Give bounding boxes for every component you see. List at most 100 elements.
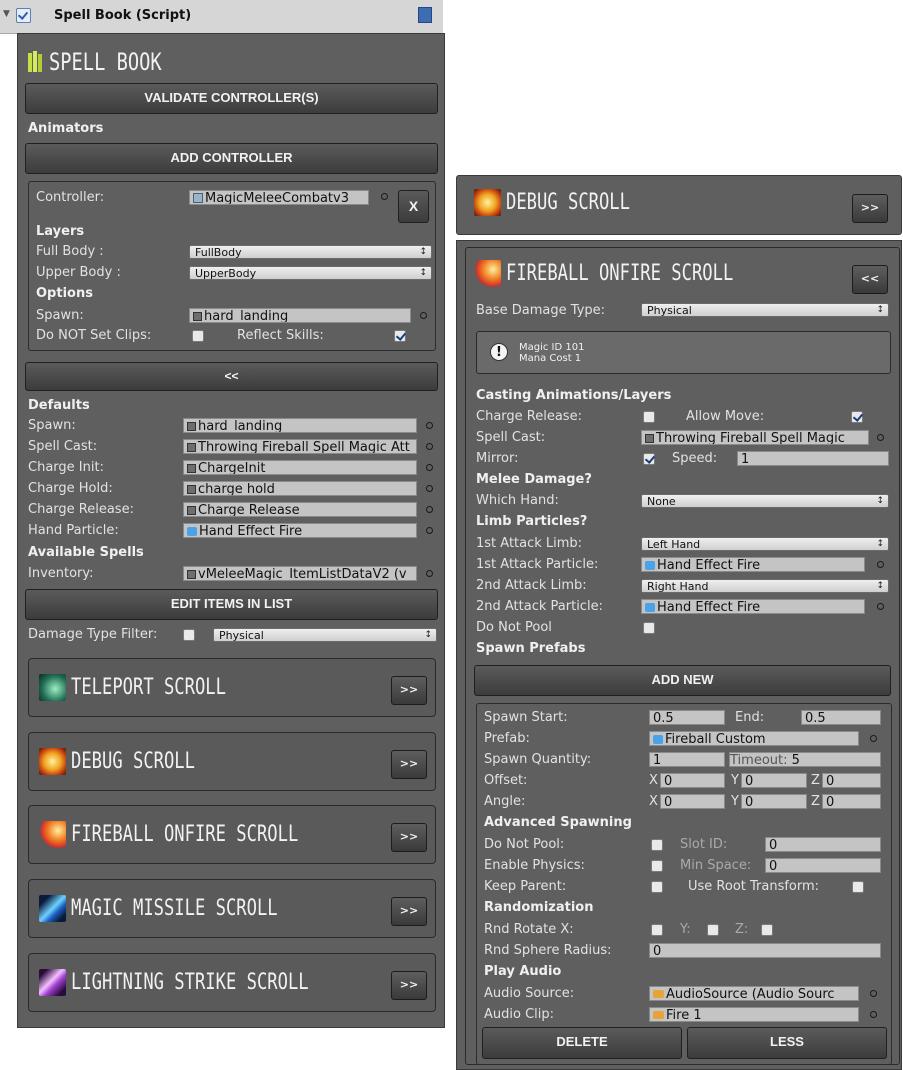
rnd-sphere-radius-field[interactable]: 0 <box>649 943 881 958</box>
do-not-pool-checkbox[interactable] <box>643 622 655 634</box>
expand-scroll-button[interactable]: >> <box>391 971 427 1000</box>
first-attack-particle-label: 1st Attack Particle: <box>476 557 599 572</box>
speed-field[interactable]: 1 <box>737 451 889 466</box>
add-controller-button[interactable]: ADD CONTROLLER <box>25 143 438 174</box>
do-not-set-clips-label: Do NOT Set Clips: <box>36 328 152 343</box>
do-not-set-clips-checkbox[interactable] <box>192 330 204 342</box>
spell-scroll-lightning-strike[interactable]: LIGHTNING STRIKE SCROLL >> <box>28 953 436 1012</box>
offset-y-field[interactable]: 0 <box>741 773 807 788</box>
default-label: Spell Cast: <box>28 439 98 454</box>
offset-x-field[interactable]: 0 <box>660 773 725 788</box>
audio-clip-field[interactable]: Fire 1 <box>649 1007 859 1022</box>
expand-scroll-button[interactable]: >> <box>391 823 427 852</box>
rnd-rotate-z-checkbox[interactable] <box>761 924 773 936</box>
object-picker-icon[interactable] <box>426 422 433 429</box>
controller-field[interactable]: MagicMeleeCombatv3 <box>189 190 369 205</box>
timeout-label: Timeout: <box>730 753 788 767</box>
delete-button[interactable]: DELETE <box>482 1027 682 1059</box>
object-picker-icon[interactable] <box>426 570 433 577</box>
spawn-quantity-field[interactable]: 1 <box>649 752 725 767</box>
slot-id-field[interactable]: 0 <box>765 837 881 852</box>
default-spell-cast-field[interactable]: Throwing Fireball Spell Magic Att <box>183 439 417 454</box>
first-attack-limb-label: 1st Attack Limb: <box>476 536 583 551</box>
help-book-icon[interactable] <box>418 7 432 23</box>
collapse-button[interactable]: << <box>25 362 438 391</box>
rnd-rotate-x-checkbox[interactable] <box>651 924 663 936</box>
object-picker-icon[interactable] <box>870 735 877 742</box>
foldout-arrow-icon[interactable]: ▼ <box>3 9 10 19</box>
which-hand-dropdown[interactable]: None <box>641 494 889 508</box>
collapse-fireball-button[interactable]: << <box>852 265 888 294</box>
default-spawn-field[interactable]: hard_landing <box>183 418 417 433</box>
default-charge-init-field[interactable]: ChargeInit <box>183 460 417 475</box>
object-picker-icon[interactable] <box>420 312 427 319</box>
component-enabled-checkbox[interactable] <box>16 8 31 23</box>
object-picker-icon[interactable] <box>877 603 884 610</box>
expand-scroll-button[interactable]: >> <box>391 750 427 779</box>
default-charge-hold-field[interactable]: charge hold <box>183 481 417 496</box>
spawn-do-not-pool-checkbox[interactable] <box>651 839 663 851</box>
second-attack-particle-field[interactable]: Hand Effect Fire <box>641 599 865 614</box>
less-button[interactable]: LESS <box>687 1027 887 1059</box>
spawn-start-field[interactable]: 0.5 <box>649 710 725 725</box>
default-charge-release-field[interactable]: Charge Release <box>183 502 417 517</box>
object-picker-icon[interactable] <box>426 527 433 534</box>
validate-controllers-button[interactable]: VALIDATE CONTROLLER(S) <box>25 83 438 114</box>
remove-controller-button[interactable]: X <box>398 190 429 223</box>
first-attack-limb-dropdown[interactable]: Left Hand <box>641 537 889 551</box>
debug-scroll-card[interactable]: DEBUG SCROLL >> <box>456 175 902 235</box>
upper-body-label: Upper Body : <box>36 265 121 280</box>
mirror-checkbox[interactable] <box>643 453 655 465</box>
angle-z-field[interactable]: 0 <box>822 794 881 809</box>
object-picker-icon[interactable] <box>870 990 877 997</box>
default-label: Charge Release: <box>28 502 134 517</box>
expand-scroll-button[interactable]: >> <box>391 897 427 926</box>
spell-scroll-teleport[interactable]: TELEPORT SCROLL >> <box>28 658 436 717</box>
keep-parent-checkbox[interactable] <box>651 881 663 893</box>
reflect-skills-label: Reflect Skills: <box>237 328 324 343</box>
object-picker-icon[interactable] <box>877 561 884 568</box>
rnd-sphere-radius-label: Rnd Sphere Radius: <box>484 943 612 958</box>
use-root-transform-checkbox[interactable] <box>852 881 864 893</box>
object-picker-icon[interactable] <box>381 193 388 200</box>
angle-x-label: X <box>649 794 658 809</box>
object-picker-icon[interactable] <box>870 1011 877 1018</box>
spell-scroll-debug[interactable]: DEBUG SCROLL >> <box>28 732 436 791</box>
damage-type-filter-dropdown[interactable]: Physical <box>213 628 437 642</box>
default-hand-particle-field[interactable]: Hand Effect Fire <box>183 523 417 538</box>
angle-y-field[interactable]: 0 <box>741 794 807 809</box>
add-new-button[interactable]: ADD NEW <box>474 665 891 696</box>
allow-move-checkbox[interactable] <box>851 411 863 423</box>
offset-z-field[interactable]: 0 <box>822 773 881 788</box>
end-field[interactable]: 0.5 <box>801 710 881 725</box>
expand-scroll-button[interactable]: >> <box>391 676 427 705</box>
full-body-dropdown[interactable]: FullBody <box>189 245 432 259</box>
second-attack-limb-dropdown[interactable]: Right Hand <box>641 579 889 593</box>
object-picker-icon[interactable] <box>426 485 433 492</box>
prefab-field[interactable]: Fireball Custom <box>649 731 859 746</box>
rnd-y-label: Y: <box>680 922 691 937</box>
audio-source-field[interactable]: AudioSource (Audio Sourc <box>649 986 859 1001</box>
upper-body-dropdown[interactable]: UpperBody <box>189 266 432 280</box>
expand-debug-button[interactable]: >> <box>852 194 888 223</box>
rnd-rotate-y-checkbox[interactable] <box>707 924 719 936</box>
min-space-field[interactable]: 0 <box>765 858 881 873</box>
base-damage-type-dropdown[interactable]: Physical <box>641 303 889 317</box>
spell-cast-field[interactable]: Throwing Fireball Spell Magic <box>641 430 869 445</box>
object-picker-icon[interactable] <box>426 506 433 513</box>
object-picker-icon[interactable] <box>426 464 433 471</box>
enable-physics-checkbox[interactable] <box>651 860 663 872</box>
object-picker-icon[interactable] <box>426 443 433 450</box>
spell-scroll-magic-missile[interactable]: MAGIC MISSILE SCROLL >> <box>28 879 436 938</box>
first-attack-particle-field[interactable]: Hand Effect Fire <box>641 557 865 572</box>
timeout-field[interactable]: Timeout: 5 <box>729 752 881 767</box>
reflect-skills-checkbox[interactable] <box>394 330 406 342</box>
inventory-field[interactable]: vMeleeMagic_ItemListDataV2 (v <box>183 566 417 581</box>
spell-scroll-fireball[interactable]: FIREBALL ONFIRE SCROLL >> <box>28 805 436 864</box>
object-picker-icon[interactable] <box>877 434 884 441</box>
spawn-field[interactable]: hard_landing <box>189 308 411 323</box>
charge-release-checkbox[interactable] <box>643 411 655 423</box>
angle-x-field[interactable]: 0 <box>660 794 725 809</box>
edit-items-button[interactable]: EDIT ITEMS IN LIST <box>25 589 438 620</box>
damage-type-filter-checkbox[interactable] <box>183 629 195 641</box>
